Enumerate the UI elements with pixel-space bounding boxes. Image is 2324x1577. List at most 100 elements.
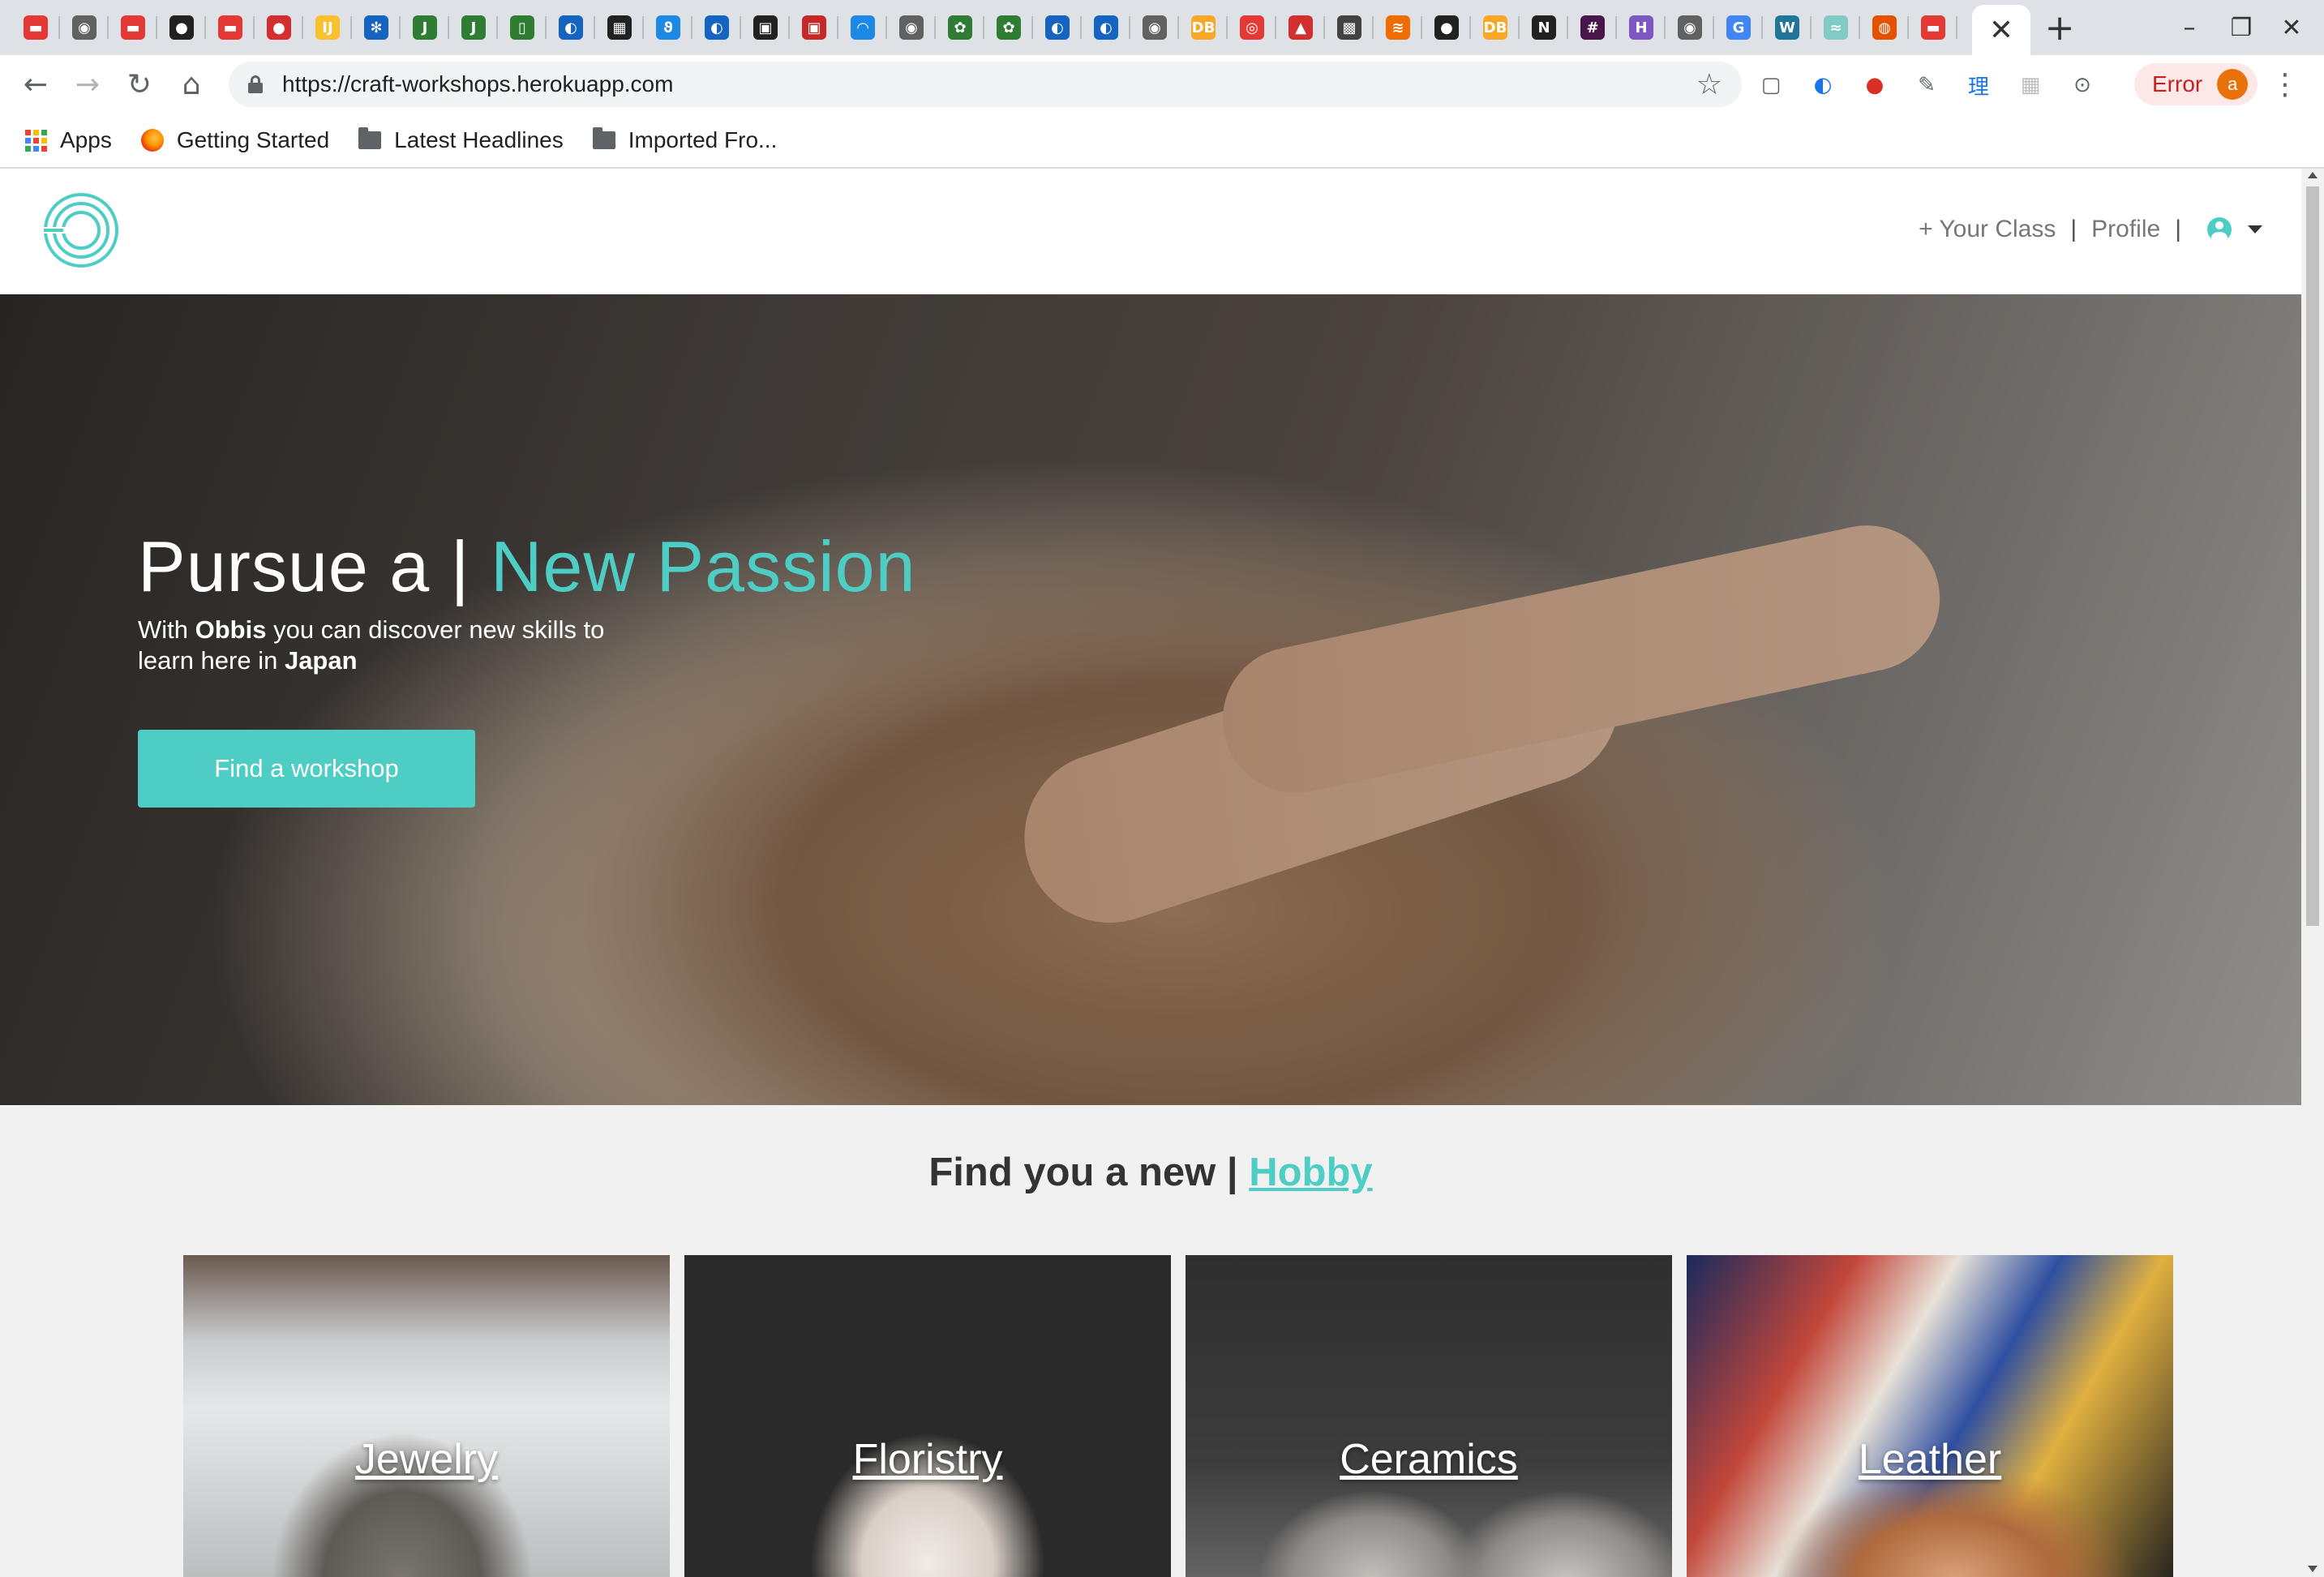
caret-down-icon[interactable] [2248, 225, 2262, 234]
obbis-logo-icon[interactable] [42, 191, 120, 269]
browser-tab[interactable]: ◐ [547, 0, 595, 55]
page-scrollbar[interactable] [2301, 169, 2324, 1577]
browser-tab[interactable]: ▬ [11, 0, 60, 55]
url-text[interactable]: https://craft-workshops.herokuapp.com [282, 71, 673, 97]
extension-icon[interactable]: 理 [1963, 70, 1994, 101]
browser-tab[interactable]: ◐ [1082, 0, 1130, 55]
profile-link[interactable]: Profile [2091, 216, 2160, 243]
browser-tab[interactable]: ▩ [1325, 0, 1374, 55]
browser-tab[interactable]: ◠ [838, 0, 887, 55]
browser-tab[interactable]: ◉ [887, 0, 936, 55]
category-card-jewelry[interactable]: Jewelry [183, 1255, 670, 1577]
browser-tab[interactable]: ✿ [984, 0, 1033, 55]
extension-icon[interactable]: ◐ [1807, 70, 1838, 101]
tab-favicon-icon: G [1726, 15, 1751, 40]
browser-tab[interactable]: ▲ [1276, 0, 1325, 55]
browser-tab[interactable]: ◐ [692, 0, 741, 55]
scrollbar-thumb[interactable] [2306, 186, 2319, 926]
scroll-down-icon[interactable] [2308, 1566, 2318, 1572]
extension-icon[interactable]: ⊙ [2067, 70, 2098, 101]
browser-menu-icon[interactable]: ⋮ [2269, 66, 2301, 102]
browser-tab[interactable]: ◉ [1666, 0, 1714, 55]
browser-tab[interactable]: DB [1471, 0, 1520, 55]
browser-tab[interactable]: ≈ [1812, 0, 1860, 55]
browser-tab[interactable]: ▬ [206, 0, 255, 55]
browser-toolbar: ← → ↻ ⌂ https://craft-workshops.herokuap… [0, 55, 2324, 114]
browser-tab[interactable]: J [449, 0, 498, 55]
extension-icon[interactable]: ▦ [2015, 70, 2046, 101]
new-tab-button[interactable]: + [2035, 6, 2084, 49]
browser-tab[interactable]: # [1568, 0, 1617, 55]
browser-tab[interactable]: ● [157, 0, 206, 55]
bookmark-latest-headlines[interactable]: Latest Headlines [358, 127, 564, 153]
add-class-link[interactable]: + Your Class [1919, 216, 2056, 243]
tab-favicon-icon: J [461, 15, 486, 40]
active-tab[interactable]: ✕ [1972, 5, 2030, 55]
browser-tab[interactable]: ✻ [352, 0, 401, 55]
profile-avatar: a [2217, 69, 2249, 100]
address-bar[interactable]: https://craft-workshops.herokuapp.com ☆ [229, 62, 1742, 107]
tab-favicon-icon: ▬ [121, 15, 145, 40]
browser-tab[interactable]: ◐ [1033, 0, 1082, 55]
scroll-up-icon[interactable] [2308, 172, 2318, 178]
browser-tab[interactable]: ≋ [1374, 0, 1422, 55]
tab-favicon-icon: ▦ [607, 15, 632, 40]
browser-tab[interactable]: IJ [303, 0, 352, 55]
category-card-ceramics[interactable]: Ceramics [1186, 1255, 1672, 1577]
user-icon[interactable] [2207, 217, 2232, 242]
browser-tab[interactable]: ◉ [60, 0, 109, 55]
bookmark-apps[interactable]: Apps [24, 127, 112, 153]
browser-tab[interactable]: J [401, 0, 449, 55]
category-link[interactable]: Ceramics [1340, 1435, 1518, 1484]
browser-tab[interactable]: ◍ [1860, 0, 1909, 55]
browser-tab[interactable]: ◉ [1130, 0, 1179, 55]
category-link[interactable]: Floristry [853, 1435, 1003, 1484]
home-button[interactable]: ⌂ [170, 65, 212, 104]
browser-tab[interactable]: W [1763, 0, 1812, 55]
back-button[interactable]: ← [15, 65, 57, 104]
bookmark-star-icon[interactable]: ☆ [1696, 68, 1722, 101]
browser-tab[interactable]: ▣ [741, 0, 790, 55]
reload-button[interactable]: ↻ [118, 65, 161, 104]
tab-favicon-icon: ● [1434, 15, 1459, 40]
category-link[interactable]: Leather [1859, 1435, 2001, 1484]
browser-tab[interactable]: ● [1422, 0, 1471, 55]
tab-close-icon[interactable]: ✕ [1989, 13, 2013, 47]
extension-icon[interactable]: ▢ [1756, 70, 1786, 101]
tab-favicon-icon: ◉ [72, 15, 96, 40]
window-close-button[interactable]: ✕ [2267, 8, 2316, 47]
browser-tab[interactable]: ◎ [1228, 0, 1276, 55]
browser-tab[interactable]: ▬ [1909, 0, 1957, 55]
browser-tab[interactable]: H [1617, 0, 1666, 55]
browser-tab[interactable]: ▣ [790, 0, 838, 55]
bookmark-getting-started[interactable]: Getting Started [140, 127, 329, 153]
hero-subtitle: With Obbis you can discover new skills t… [138, 615, 641, 676]
find-workshop-button[interactable]: Find a workshop [138, 730, 475, 808]
browser-tab[interactable]: ▦ [595, 0, 644, 55]
browser-tab[interactable]: ▬ [109, 0, 157, 55]
category-card-floristry[interactable]: Floristry [684, 1255, 1171, 1577]
browser-tab[interactable]: ● [255, 0, 303, 55]
browser-tab[interactable]: ϑ [644, 0, 692, 55]
browser-tab[interactable]: ✿ [936, 0, 984, 55]
hero-title-accent: New Passion [490, 526, 916, 606]
browser-tab[interactable]: ▯ [498, 0, 547, 55]
tab-favicon-icon: ◎ [1240, 15, 1264, 40]
browser-tab[interactable]: DB [1179, 0, 1228, 55]
tab-favicon-icon: ◉ [1143, 15, 1167, 40]
restore-button[interactable]: ❐ [2217, 8, 2266, 47]
minimize-button[interactable]: – [2165, 8, 2214, 47]
hobby-link[interactable]: Hobby [1249, 1151, 1372, 1194]
lock-icon[interactable] [248, 75, 263, 93]
bookmark-imported[interactable]: Imported Fro... [592, 127, 778, 153]
bookmark-label: Imported Fro... [628, 127, 778, 152]
hobby-section-title: Find you a new | Hobby [0, 1150, 2301, 1195]
category-card-leather[interactable]: Leather [1687, 1255, 2173, 1577]
extension-icon[interactable]: ✎ [1911, 70, 1942, 101]
profile-error-button[interactable]: Error a [2134, 63, 2258, 105]
extension-icon[interactable]: ● [1859, 70, 1890, 101]
category-link[interactable]: Jewelry [355, 1435, 498, 1484]
browser-tab[interactable]: G [1714, 0, 1763, 55]
forward-button[interactable]: → [66, 65, 109, 104]
browser-tab[interactable]: N [1520, 0, 1568, 55]
